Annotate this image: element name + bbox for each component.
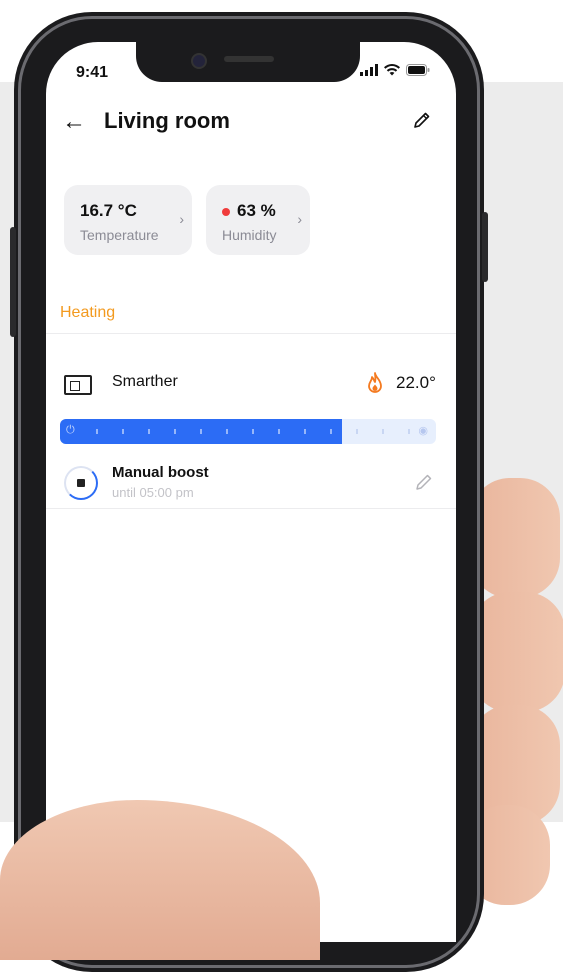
slider-tick bbox=[408, 429, 410, 434]
humidity-alert-dot bbox=[222, 207, 230, 216]
divider bbox=[46, 508, 456, 509]
stop-boost-button[interactable] bbox=[64, 466, 98, 500]
temperature-card[interactable]: 16.7 °C Temperature › bbox=[64, 185, 192, 255]
slider-tick bbox=[122, 429, 124, 434]
phone-notch bbox=[136, 42, 360, 82]
chevron-right-icon: › bbox=[179, 211, 184, 227]
temperature-value: 16.7 °C bbox=[80, 201, 137, 220]
speaker-grille bbox=[224, 56, 274, 62]
power-icon: ⏻ bbox=[66, 424, 75, 436]
section-heating-title: Heating bbox=[60, 304, 116, 321]
slider-tick bbox=[96, 429, 98, 434]
wifi-icon bbox=[384, 64, 400, 76]
temperature-label: Temperature bbox=[80, 227, 159, 243]
thermostat-name[interactable]: Smarther bbox=[112, 373, 178, 391]
slider-tick bbox=[200, 429, 202, 434]
camera-icon bbox=[191, 53, 207, 69]
slider-tick bbox=[278, 429, 280, 434]
boost-title: Manual boost bbox=[112, 464, 209, 481]
humidity-label: Humidity bbox=[222, 227, 277, 243]
slider-tick bbox=[382, 429, 384, 434]
slider-tick bbox=[330, 429, 332, 434]
cellular-signal-icon bbox=[360, 64, 378, 76]
set-temperature: 22.0° bbox=[396, 373, 436, 392]
status-time: 9:41 bbox=[76, 64, 109, 81]
slider-tick bbox=[356, 429, 358, 434]
volume-button bbox=[10, 227, 16, 337]
battery-icon bbox=[406, 64, 430, 76]
divider bbox=[46, 333, 456, 334]
pencil-icon[interactable] bbox=[414, 472, 434, 492]
power-button bbox=[482, 212, 488, 282]
slider-tick bbox=[304, 429, 306, 434]
slider-tick bbox=[252, 429, 254, 434]
thermostat-device-icon bbox=[64, 375, 92, 395]
heating-level-slider[interactable]: ⏻ ◉ bbox=[60, 419, 436, 444]
slider-tick bbox=[148, 429, 150, 434]
pencil-icon[interactable] bbox=[412, 110, 432, 130]
humidity-card[interactable]: 63 % Humidity › bbox=[206, 185, 310, 255]
page-title: Living room bbox=[104, 108, 230, 133]
boost-subtitle: until 05:00 pm bbox=[112, 485, 194, 500]
humidity-value: 63 % bbox=[222, 201, 276, 221]
slider-end-icon: ◉ bbox=[418, 425, 428, 437]
humidity-value-text: 63 % bbox=[237, 201, 276, 220]
slider-tick bbox=[226, 429, 228, 434]
status-icons bbox=[360, 64, 430, 76]
slider-tick bbox=[174, 429, 176, 434]
flame-icon bbox=[368, 372, 382, 393]
back-arrow-icon[interactable]: ← bbox=[62, 108, 86, 136]
chevron-right-icon: › bbox=[297, 211, 302, 227]
